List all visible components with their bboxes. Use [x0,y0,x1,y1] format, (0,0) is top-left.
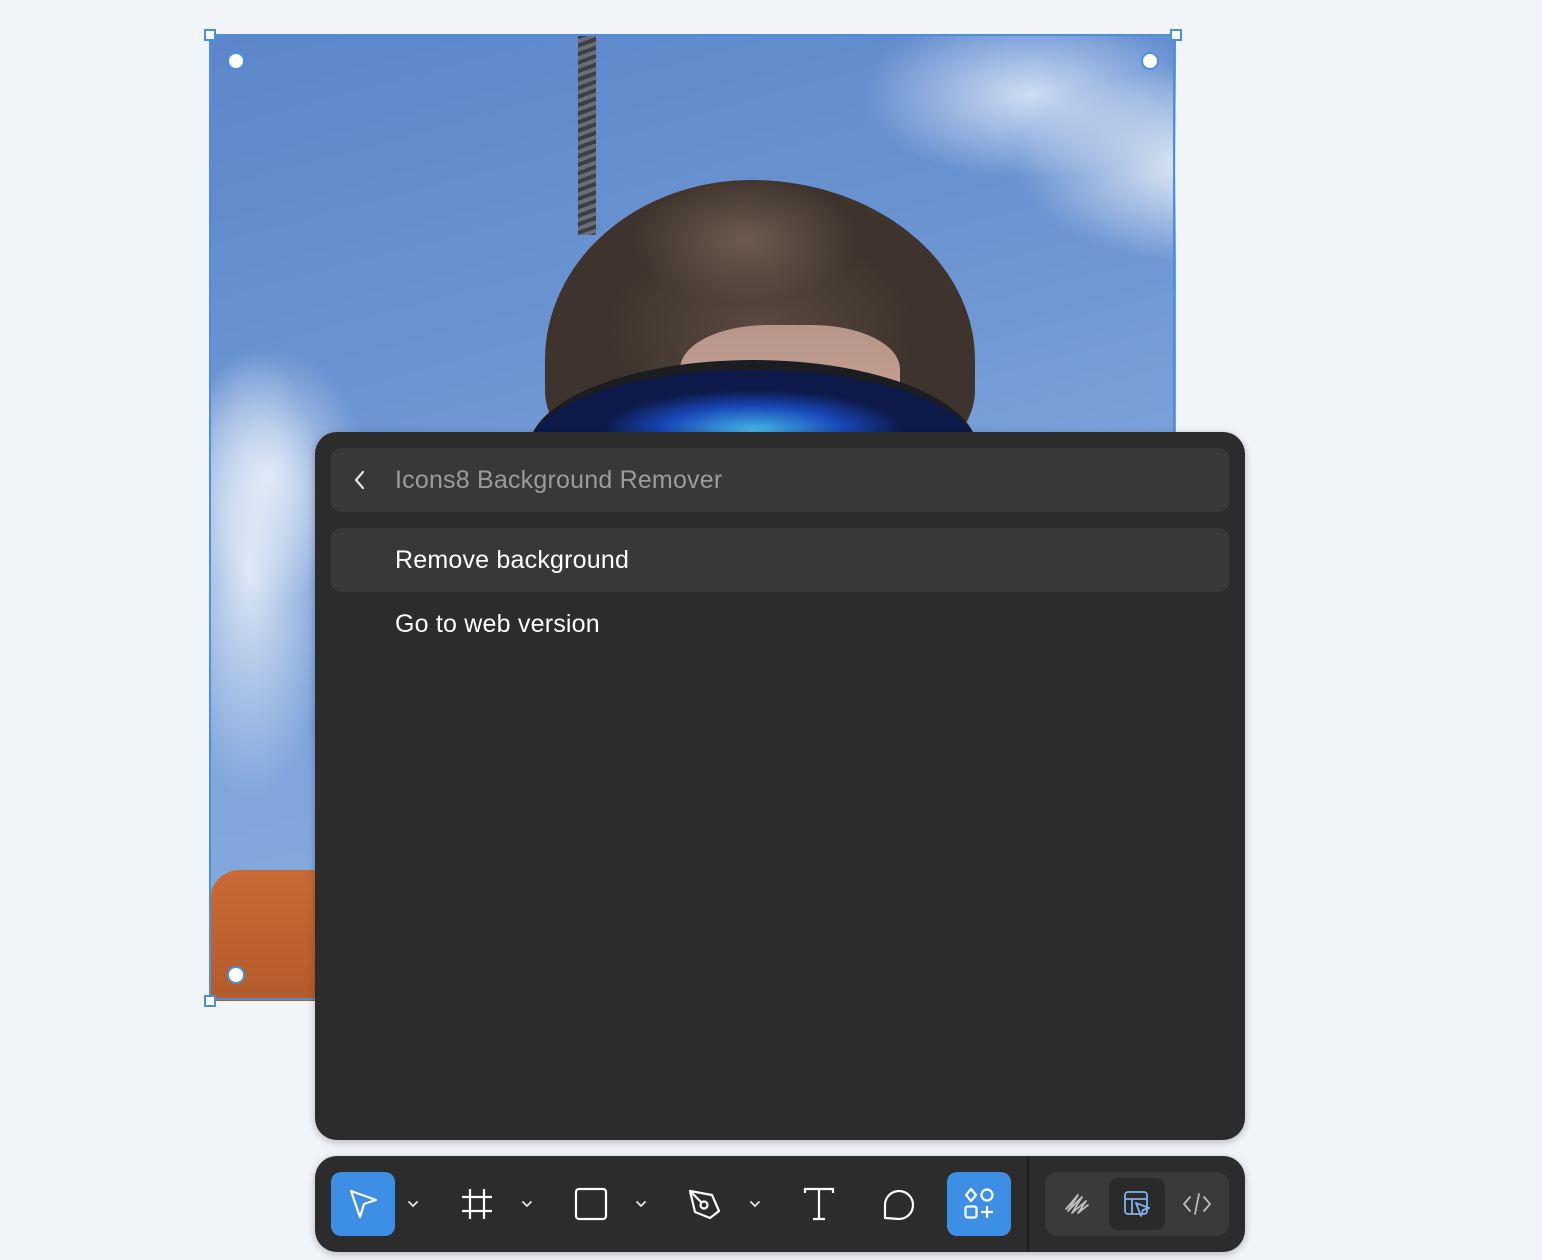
chevron-down-icon [522,1201,532,1208]
plugin-title: Icons8 Background Remover [395,465,723,494]
text-T-icon [803,1187,835,1221]
corner-radius-handle-bottom-left[interactable] [227,966,245,984]
design-mode-button[interactable] [1109,1178,1165,1230]
comment-bubble-icon [883,1189,915,1221]
draw-mode-button[interactable] [1049,1178,1105,1230]
chevron-down-icon [408,1201,418,1208]
corner-radius-handle-top-left[interactable] [227,52,245,70]
move-tool-button[interactable] [331,1172,395,1236]
rectangle-tool-button[interactable] [559,1172,623,1236]
text-tool-button[interactable] [787,1172,851,1236]
resize-handle-bottom-left[interactable] [204,995,216,1007]
back-button[interactable] [331,448,389,512]
toolbar-divider [1027,1156,1029,1252]
corner-radius-handle-top-right[interactable] [1141,52,1159,70]
mode-switcher [1045,1172,1229,1236]
actions-tool-button[interactable] [947,1172,1011,1236]
code-brackets-icon [1183,1193,1211,1215]
menu-item-label: Remove background [395,545,630,574]
comment-tool-button[interactable] [867,1172,931,1236]
dev-mode-button[interactable] [1169,1178,1225,1230]
chevron-down-icon [636,1201,646,1208]
bottom-toolbar [315,1156,1245,1252]
scribble-icon [1065,1194,1089,1214]
design-mode-icon [1124,1191,1150,1217]
chevron-down-icon [750,1201,760,1208]
pen-tool-button[interactable] [673,1172,737,1236]
menu-item-remove-background[interactable]: Remove background [331,528,1229,592]
menu-item-label: Go to web version [395,609,600,638]
plugin-panel-header: Icons8 Background Remover [331,448,1229,512]
move-tool-menu-caret[interactable] [406,1194,420,1214]
pen-nib-icon [688,1189,721,1220]
plugin-panel: Icons8 Background Remover Remove backgro… [315,432,1245,1140]
rectangle-tool-menu-caret[interactable] [634,1194,648,1214]
resize-handle-top-left[interactable] [204,29,216,41]
rectangle-icon [574,1187,608,1221]
image-rope [578,35,596,235]
shapes-plus-icon [964,1187,994,1219]
menu-item-go-to-web-version[interactable]: Go to web version [331,592,1229,656]
resize-handle-top-right[interactable] [1170,29,1182,41]
frame-tool-button[interactable] [445,1172,509,1236]
chevron-left-icon [354,470,365,490]
cursor-arrow-icon [349,1189,378,1219]
pen-tool-menu-caret[interactable] [748,1194,762,1214]
frame-tool-menu-caret[interactable] [520,1194,534,1214]
frame-hash-icon [462,1189,492,1219]
